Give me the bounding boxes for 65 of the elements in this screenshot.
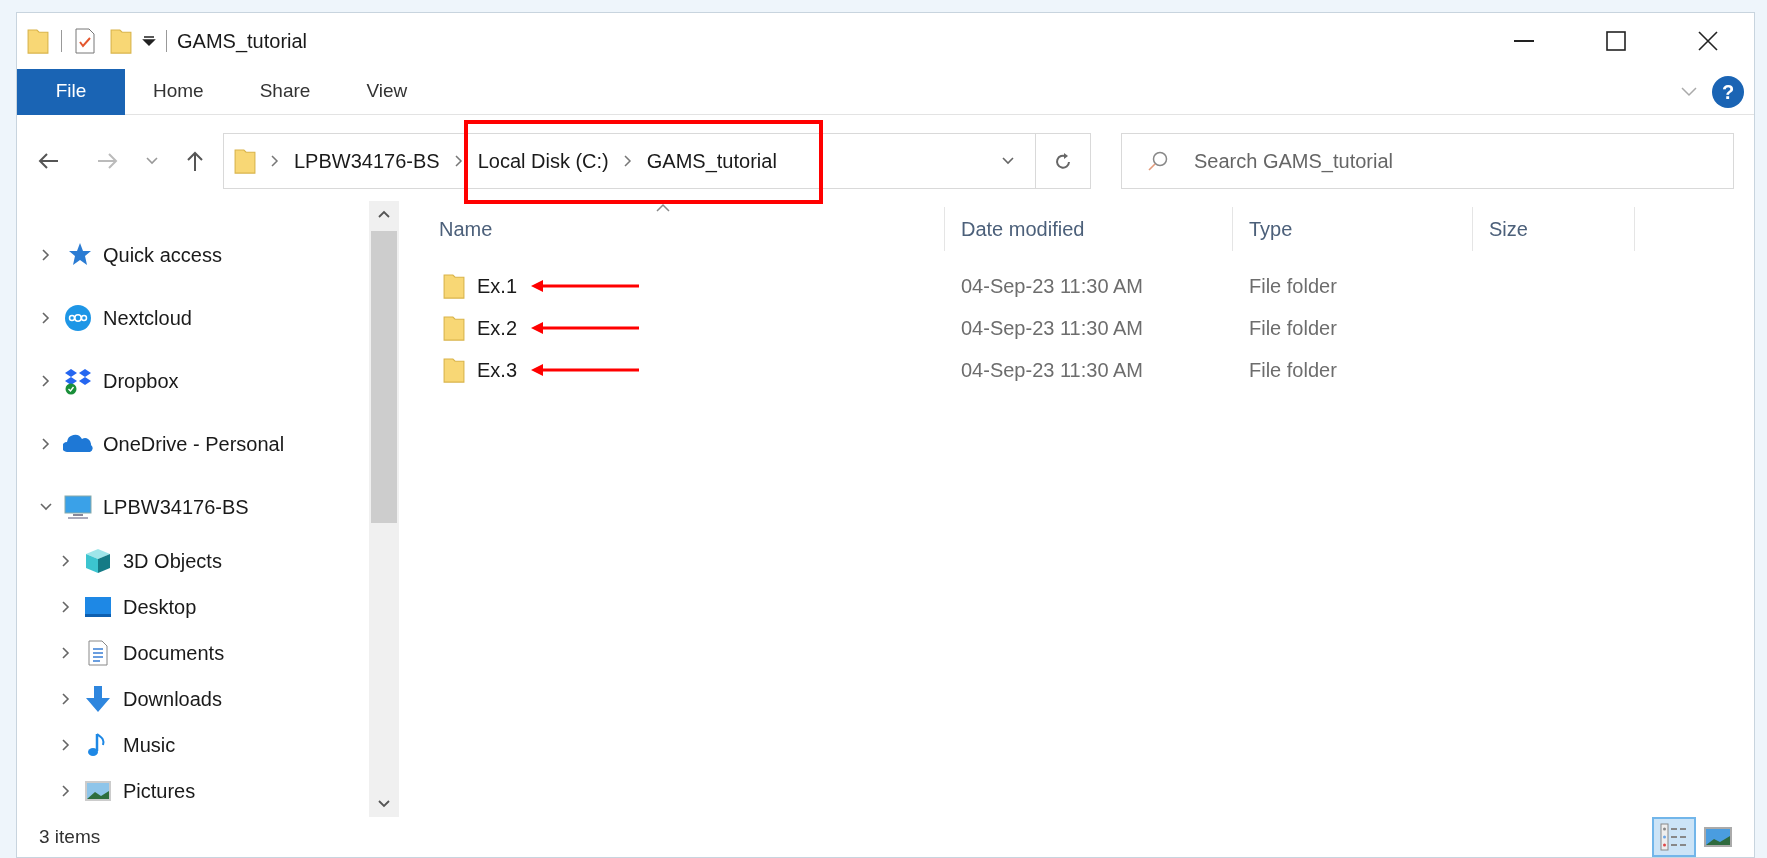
search-icon (1147, 150, 1169, 172)
nav-item[interactable]: Downloads (123, 684, 222, 714)
status-text: 3 items (39, 824, 101, 849)
properties-icon[interactable] (74, 27, 96, 55)
folder-icon (443, 272, 465, 300)
dropbox-icon (63, 366, 93, 395)
nav-item[interactable]: 3D Objects (123, 546, 222, 576)
large-icons-icon (1703, 824, 1733, 850)
table-cell: 04-Sep-23 11:30 AM (961, 317, 1143, 339)
minimize-icon (1514, 40, 1534, 42)
chevron-right-icon[interactable] (453, 155, 464, 167)
close-icon (1698, 31, 1718, 51)
breadcrumb[interactable]: LPBW34176-BS (294, 146, 440, 176)
breadcrumb[interactable]: Local Disk (C:) (477, 146, 609, 176)
folder-icon (234, 147, 256, 175)
column-header[interactable]: Date modified (961, 214, 1085, 244)
help-button[interactable]: ? (1712, 75, 1744, 108)
scroll-up-icon[interactable] (377, 209, 391, 219)
folder-icon (27, 27, 49, 55)
table-cell: File folder (1249, 317, 1337, 339)
nav-item[interactable]: Documents (123, 638, 225, 668)
nav-item[interactable]: Desktop (123, 592, 197, 622)
download-arrow-icon (83, 685, 113, 713)
nav-item[interactable]: OneDrive - Personal (103, 428, 285, 459)
details-view-button[interactable] (1652, 817, 1696, 857)
scrollbar[interactable] (369, 201, 399, 817)
breadcrumb[interactable]: GAMS_tutorial (646, 146, 777, 176)
table-cell: 04-Sep-23 11:30 AM (961, 359, 1143, 381)
chevron-right-icon[interactable] (270, 155, 280, 167)
column-header[interactable]: Type (1249, 214, 1293, 244)
nav-item[interactable]: Dropbox (103, 365, 179, 396)
nav-item[interactable]: Pictures (123, 776, 196, 806)
chevron-right-icon[interactable] (622, 155, 633, 167)
column-header[interactable]: Size (1489, 214, 1528, 244)
sort-caret-icon[interactable] (655, 203, 671, 213)
table-cell: 04-Sep-23 11:30 AM (961, 275, 1143, 297)
ribbon-tab[interactable]: Home (125, 68, 232, 115)
new-folder-icon (110, 27, 132, 55)
up-arrow-icon[interactable] (185, 150, 205, 172)
nav-item[interactable]: Quick access (103, 239, 222, 270)
table-cell: File folder (1249, 359, 1337, 381)
ribbon-tab[interactable]: File (17, 68, 125, 115)
nav-item[interactable]: Music (123, 730, 176, 760)
folder-icon (443, 356, 465, 384)
back-arrow-icon[interactable] (37, 152, 59, 170)
dropdown-icon[interactable] (142, 34, 156, 48)
file-name[interactable]: Ex.3 (477, 355, 518, 385)
folder-icon (443, 314, 465, 342)
maximize-icon (1606, 31, 1626, 51)
nav-item[interactable]: LPBW34176-BS (103, 491, 249, 522)
address-bar[interactable]: LPBW34176-BS Local Disk (C:) GAMS_tutorial (223, 133, 1091, 189)
cube-icon (83, 547, 113, 575)
column-header[interactable]: Name (439, 214, 493, 244)
scroll-down-icon[interactable] (377, 799, 391, 809)
ribbon-tab[interactable]: Share (231, 68, 339, 115)
details-icon (1659, 822, 1689, 852)
window-title: GAMS_tutorial (177, 29, 308, 55)
table-cell: File folder (1249, 275, 1337, 297)
search-field[interactable]: Search GAMS_tutorial (1121, 133, 1734, 189)
nav-item[interactable]: Nextcloud (103, 302, 192, 333)
file-name[interactable]: Ex.2 (477, 313, 518, 343)
ribbon-tab[interactable]: View (338, 68, 436, 115)
file-name[interactable]: Ex.1 (477, 271, 518, 301)
cloud-service-icon (63, 303, 93, 332)
computer-icon (63, 492, 93, 521)
